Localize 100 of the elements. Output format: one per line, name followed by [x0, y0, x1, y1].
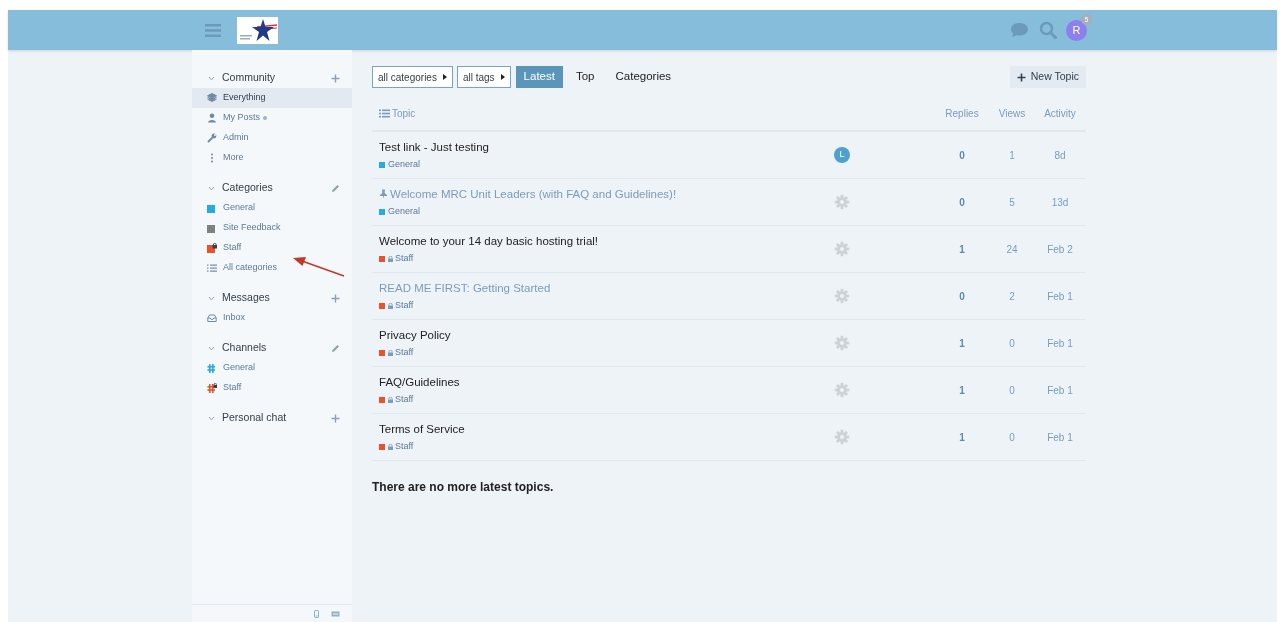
- chevron-down-icon[interactable]: [208, 185, 215, 191]
- category-badge[interactable]: Staff: [379, 251, 834, 266]
- views-count: 0: [1008, 430, 1016, 445]
- user-avatar[interactable]: L: [834, 147, 850, 163]
- category-badge[interactable]: Staff: [379, 439, 834, 454]
- replies-count[interactable]: 0: [934, 288, 990, 304]
- sidebar-item[interactable]: Site Feedback: [192, 218, 352, 238]
- section-title[interactable]: Community: [222, 70, 331, 86]
- replies-count[interactable]: 1: [934, 241, 990, 257]
- topic-title-link[interactable]: Test link - Just testing: [379, 138, 489, 156]
- topic-title-link[interactable]: Privacy Policy: [379, 326, 451, 344]
- activity-date[interactable]: Feb 1: [1034, 335, 1086, 351]
- category-badge[interactable]: General: [379, 157, 834, 172]
- plus-icon[interactable]: [331, 73, 340, 83]
- sidebar-item[interactable]: All categories: [192, 258, 352, 278]
- pencil-icon[interactable]: [331, 183, 340, 193]
- section-title[interactable]: Messages: [222, 290, 331, 306]
- activity-date[interactable]: Feb 1: [1034, 429, 1086, 445]
- sidebar-item[interactable]: More: [192, 148, 352, 168]
- views-count: 2: [1008, 289, 1016, 304]
- sidebar-item[interactable]: Staff: [192, 238, 352, 258]
- topic-title-link[interactable]: READ ME FIRST: Getting Started: [379, 279, 551, 297]
- topic-title-link[interactable]: FAQ/Guidelines: [379, 373, 460, 391]
- topic-title-link[interactable]: Terms of Service: [379, 420, 465, 438]
- replies-count[interactable]: 1: [934, 382, 990, 398]
- plus-icon: [1016, 72, 1026, 82]
- views-count: 0: [1008, 336, 1016, 351]
- category-badge[interactable]: General: [379, 204, 834, 219]
- column-header[interactable]: Topic: [392, 106, 416, 121]
- replies-count[interactable]: 1: [934, 335, 990, 351]
- activity-date[interactable]: Feb 1: [1034, 382, 1086, 398]
- topic-title-link[interactable]: Welcome to your 14 day basic hosting trial!: [379, 232, 599, 250]
- chat-bubble-icon[interactable]: [1010, 22, 1029, 38]
- logo-icon[interactable]: [237, 16, 278, 44]
- sidebar-item[interactable]: Inbox: [192, 308, 352, 328]
- plus-icon[interactable]: [331, 413, 340, 423]
- chevron-down-icon[interactable]: [208, 345, 215, 351]
- sidebar-item[interactable]: My Posts: [192, 108, 352, 128]
- replies-count[interactable]: 0: [934, 194, 990, 210]
- user-avatar[interactable]: R: [1066, 19, 1087, 41]
- sidebar-item[interactable]: General: [192, 198, 352, 218]
- sidebar-item[interactable]: Staff: [192, 378, 352, 398]
- list-icon: [207, 263, 217, 273]
- topic-row[interactable]: Privacy Policy Staff 1 0 Feb 1: [372, 320, 1086, 367]
- topic-row[interactable]: Terms of Service Staff 1 0 Feb 1: [372, 414, 1086, 461]
- person-icon: [207, 113, 217, 123]
- topic-row[interactable]: READ ME FIRST: Getting Started Staff 0 2 Feb 1: [372, 273, 1086, 320]
- section-title[interactable]: Personal chat: [222, 410, 331, 426]
- topic-row[interactable]: Welcome to your 14 day basic hosting trial! Staff 1 24 Feb 2: [372, 226, 1086, 273]
- layers-icon: [207, 93, 217, 103]
- phone-icon[interactable]: [314, 609, 319, 618]
- views-count: 5: [1008, 195, 1016, 210]
- new-topic-button[interactable]: New Topic: [1009, 66, 1086, 88]
- annotation-arrow: [293, 257, 345, 277]
- activity-date[interactable]: 13d: [1034, 194, 1086, 210]
- replies-count[interactable]: 0: [934, 147, 990, 163]
- topic-title-link[interactable]: Welcome MRC Unit Leaders (with FAQ and Guidelines)!: [390, 185, 677, 203]
- gear-icon[interactable]: [834, 241, 850, 257]
- gear-icon[interactable]: [834, 194, 850, 210]
- replies-count[interactable]: 1: [934, 429, 990, 445]
- end-of-list-message: There are no more latest topics.: [372, 479, 555, 496]
- nav-tab[interactable]: Categories: [607, 66, 680, 88]
- category-badge[interactable]: Staff: [379, 298, 834, 313]
- nav-tab[interactable]: Top: [567, 66, 603, 88]
- section-title[interactable]: Channels: [222, 340, 331, 356]
- keyboard-icon[interactable]: [331, 610, 340, 617]
- plus-icon[interactable]: [331, 293, 340, 303]
- pencil-icon[interactable]: [331, 343, 340, 353]
- chevron-down-icon[interactable]: [208, 75, 215, 81]
- gear-icon[interactable]: [834, 335, 850, 351]
- search-icon[interactable]: [1039, 21, 1057, 39]
- sidebar-item[interactable]: Everything: [192, 88, 352, 108]
- chevron-down-icon[interactable]: [208, 415, 215, 421]
- menu-icon[interactable]: [205, 23, 221, 37]
- gear-icon[interactable]: [834, 382, 850, 398]
- topic-row[interactable]: Welcome MRC Unit Leaders (with FAQ and Guidelines)! General 0 5 13d: [372, 179, 1086, 226]
- topic-row[interactable]: FAQ/Guidelines Staff 1 0 Feb 1: [372, 367, 1086, 414]
- category-badge[interactable]: Staff: [379, 345, 834, 360]
- wrench-icon: [207, 133, 217, 143]
- topic-row[interactable]: Test link - Just testing General L 0 1 8d: [372, 132, 1086, 179]
- nav-tab[interactable]: Latest: [515, 66, 563, 88]
- section-title[interactable]: Categories: [222, 180, 331, 196]
- column-header[interactable]: Views: [998, 108, 1026, 119]
- filter-dropdown[interactable]: all categories: [372, 66, 453, 88]
- column-header[interactable]: Activity: [1044, 108, 1076, 119]
- filter-dropdown[interactable]: all tags: [456, 66, 511, 88]
- sidebar-item[interactable]: Admin: [192, 128, 352, 148]
- column-header[interactable]: Replies: [945, 108, 979, 119]
- sidebar-item[interactable]: General: [192, 358, 352, 378]
- gear-icon[interactable]: [834, 429, 850, 445]
- inbox-icon: [207, 313, 217, 323]
- caret-icon: [442, 74, 447, 80]
- activity-date[interactable]: Feb 1: [1034, 288, 1086, 304]
- caret-icon: [500, 74, 505, 80]
- category-badge[interactable]: Staff: [379, 392, 834, 407]
- views-count: 1: [1008, 148, 1016, 163]
- activity-date[interactable]: 8d: [1034, 147, 1086, 163]
- chevron-down-icon[interactable]: [208, 295, 215, 301]
- activity-date[interactable]: Feb 2: [1034, 241, 1086, 257]
- gear-icon[interactable]: [834, 288, 850, 304]
